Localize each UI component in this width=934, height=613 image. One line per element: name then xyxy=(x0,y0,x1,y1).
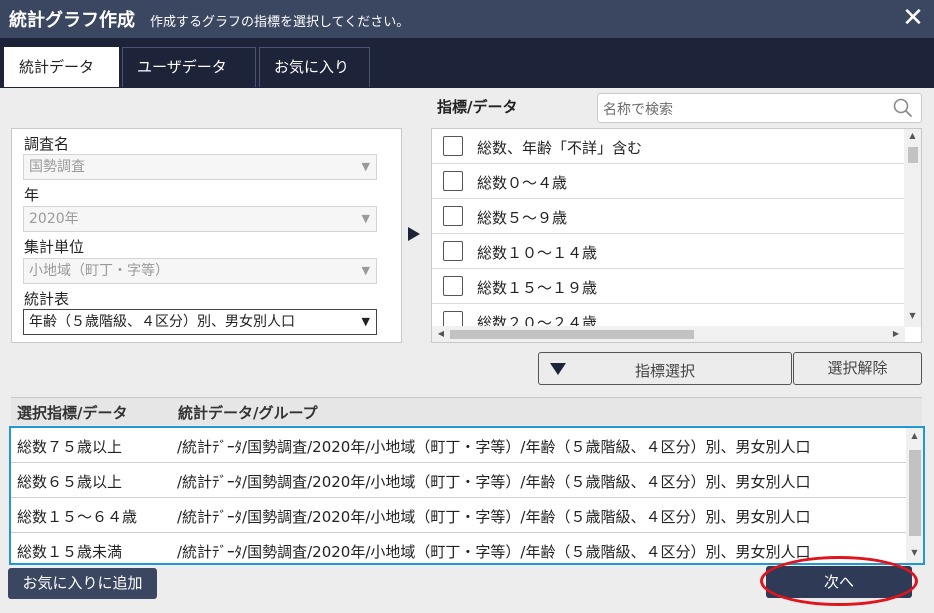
table-value: 年齢（５歳階級、４区分）別、男女別人口 xyxy=(29,314,295,330)
scroll-down-icon[interactable]: ▼ xyxy=(906,548,923,560)
list-item-label: 総数１０～１４歳 xyxy=(477,244,598,262)
clear-selection-button[interactable]: 選択解除 xyxy=(793,352,922,385)
column-header-indicator: 選択指標/データ xyxy=(17,404,128,422)
table-row[interactable]: 総数１５～６４歳 /統計ﾃﾞｰﾀ/国勢調査/2020年/小地域（町丁・字等）/年… xyxy=(11,498,906,533)
scroll-thumb[interactable] xyxy=(450,330,694,339)
selected-table-header: 選択指標/データ 統計データ/グループ xyxy=(11,397,922,425)
search-icon[interactable] xyxy=(893,98,913,118)
list-item-label: 総数１５～１９歳 xyxy=(477,279,598,297)
table-row[interactable]: 総数１５歳未満 /統計ﾃﾞｰﾀ/国勢調査/2020年/小地域（町丁・字等）/年齢… xyxy=(11,533,906,563)
search-input[interactable]: 名称で検索 xyxy=(597,93,922,123)
year-select: 2020年 ▼ xyxy=(23,206,377,232)
row-indicator: 総数１５～６４歳 xyxy=(17,508,138,526)
select-indicator-label: 指標選択 xyxy=(634,362,695,380)
scroll-down-icon[interactable]: ▼ xyxy=(904,311,921,325)
list-horizontal-scrollbar[interactable]: ◀ ▶ xyxy=(432,326,905,342)
row-indicator: 総数１５歳未満 xyxy=(17,543,123,561)
scroll-thumb[interactable] xyxy=(908,147,918,163)
column-header-group: 統計データ/グループ xyxy=(178,404,318,422)
select-indicator-button[interactable]: 指標選択 xyxy=(538,352,792,385)
indicator-label: 指標/データ xyxy=(437,98,518,116)
tab-user-data[interactable]: ユーザデータ xyxy=(122,47,256,87)
dialog-subtitle: 作成するグラフの指標を選択してください。 xyxy=(150,15,410,30)
scroll-up-icon[interactable]: ▲ xyxy=(904,131,921,145)
list-item-label: 総数０～４歳 xyxy=(477,174,568,192)
survey-value: 国勢調査 xyxy=(29,159,85,175)
survey-label: 調査名 xyxy=(24,135,70,153)
scroll-thumb[interactable] xyxy=(909,450,921,536)
dialog-title: 統計グラフ作成 xyxy=(9,10,135,31)
tab-favorites[interactable]: お気に入り xyxy=(259,47,370,87)
arrow-right-icon xyxy=(408,227,420,241)
close-icon[interactable]: ✕ xyxy=(898,3,928,33)
checkbox[interactable] xyxy=(443,241,463,261)
year-label: 年 xyxy=(24,186,40,204)
chevron-down-icon: ▼ xyxy=(361,212,370,225)
unit-label: 集計単位 xyxy=(24,238,85,256)
checkbox[interactable] xyxy=(443,206,463,226)
chevron-down-icon: ▼ xyxy=(361,160,370,173)
table-select[interactable]: 年齢（５歳階級、４区分）別、男女別人口 ▼ xyxy=(23,309,377,335)
checkbox[interactable] xyxy=(443,136,463,156)
unit-value: 小地域（町丁・字等） xyxy=(29,263,169,279)
checkbox[interactable] xyxy=(443,171,463,191)
search-placeholder: 名称で検索 xyxy=(603,102,673,118)
scroll-right-icon[interactable]: ▶ xyxy=(889,326,903,342)
next-button[interactable]: 次へ xyxy=(766,566,912,598)
row-indicator: 総数７５歳以上 xyxy=(17,438,123,456)
checkbox[interactable] xyxy=(443,276,463,296)
row-path: /統計ﾃﾞｰﾀ/国勢調査/2020年/小地域（町丁・字等）/年齢（５歳階級、４区… xyxy=(177,438,811,456)
table-vertical-scrollbar[interactable]: ▲ ▼ xyxy=(906,428,923,563)
title-bar: 統計グラフ作成 作成するグラフの指標を選択してください。 ✕ xyxy=(0,0,934,38)
row-indicator: 総数６５歳以上 xyxy=(17,473,123,491)
row-path: /統計ﾃﾞｰﾀ/国勢調査/2020年/小地域（町丁・字等）/年齢（５歳階級、４区… xyxy=(177,508,811,526)
list-item[interactable]: 総数１０～１４歳 xyxy=(432,234,905,269)
scroll-up-icon[interactable]: ▲ xyxy=(906,431,923,443)
indicator-list: 総数、年齢「不詳」含む 総数０～４歳 総数５～９歳 総数１０～１４歳 総数１５～… xyxy=(431,128,922,343)
unit-select: 小地域（町丁・字等） ▼ xyxy=(23,258,377,284)
scroll-left-icon[interactable]: ◀ xyxy=(434,326,448,342)
list-item-label: 総数５～９歳 xyxy=(477,209,568,227)
list-item[interactable]: 総数、年齢「不詳」含む xyxy=(432,129,905,164)
row-path: /統計ﾃﾞｰﾀ/国勢調査/2020年/小地域（町丁・字等）/年齢（５歳階級、４区… xyxy=(177,543,811,561)
table-label: 統計表 xyxy=(24,290,70,308)
table-row[interactable]: 総数６５歳以上 /統計ﾃﾞｰﾀ/国勢調査/2020年/小地域（町丁・字等）/年齢… xyxy=(11,463,906,498)
selected-table: 総数７５歳以上 /統計ﾃﾞｰﾀ/国勢調査/2020年/小地域（町丁・字等）/年齢… xyxy=(9,426,925,565)
table-row[interactable]: 総数７５歳以上 /統計ﾃﾞｰﾀ/国勢調査/2020年/小地域（町丁・字等）/年齢… xyxy=(11,428,906,463)
list-vertical-scrollbar[interactable]: ▲ ▼ xyxy=(904,129,921,327)
chevron-down-icon: ▼ xyxy=(361,315,370,328)
list-item[interactable]: 総数１５～１９歳 xyxy=(432,269,905,304)
survey-select: 国勢調査 ▼ xyxy=(23,154,377,180)
year-value: 2020年 xyxy=(29,211,79,227)
chevron-down-icon: ▼ xyxy=(361,264,370,277)
list-item-label: 総数、年齢「不詳」含む xyxy=(477,139,643,157)
row-path: /統計ﾃﾞｰﾀ/国勢調査/2020年/小地域（町丁・字等）/年齢（５歳階級、４区… xyxy=(177,473,811,491)
list-item[interactable]: 総数５～９歳 xyxy=(432,199,905,234)
filter-panel: 調査名 国勢調査 ▼ 年 2020年 ▼ 集計単位 小地域（町丁・字等） ▼ 統… xyxy=(11,128,402,343)
list-item[interactable]: 総数０～４歳 xyxy=(432,164,905,199)
tab-stat-data[interactable]: 統計データ xyxy=(4,47,119,87)
tab-bar: 統計データ ユーザデータ お気に入り xyxy=(0,38,934,88)
add-favorite-button[interactable]: お気に入りに追加 xyxy=(8,568,157,599)
